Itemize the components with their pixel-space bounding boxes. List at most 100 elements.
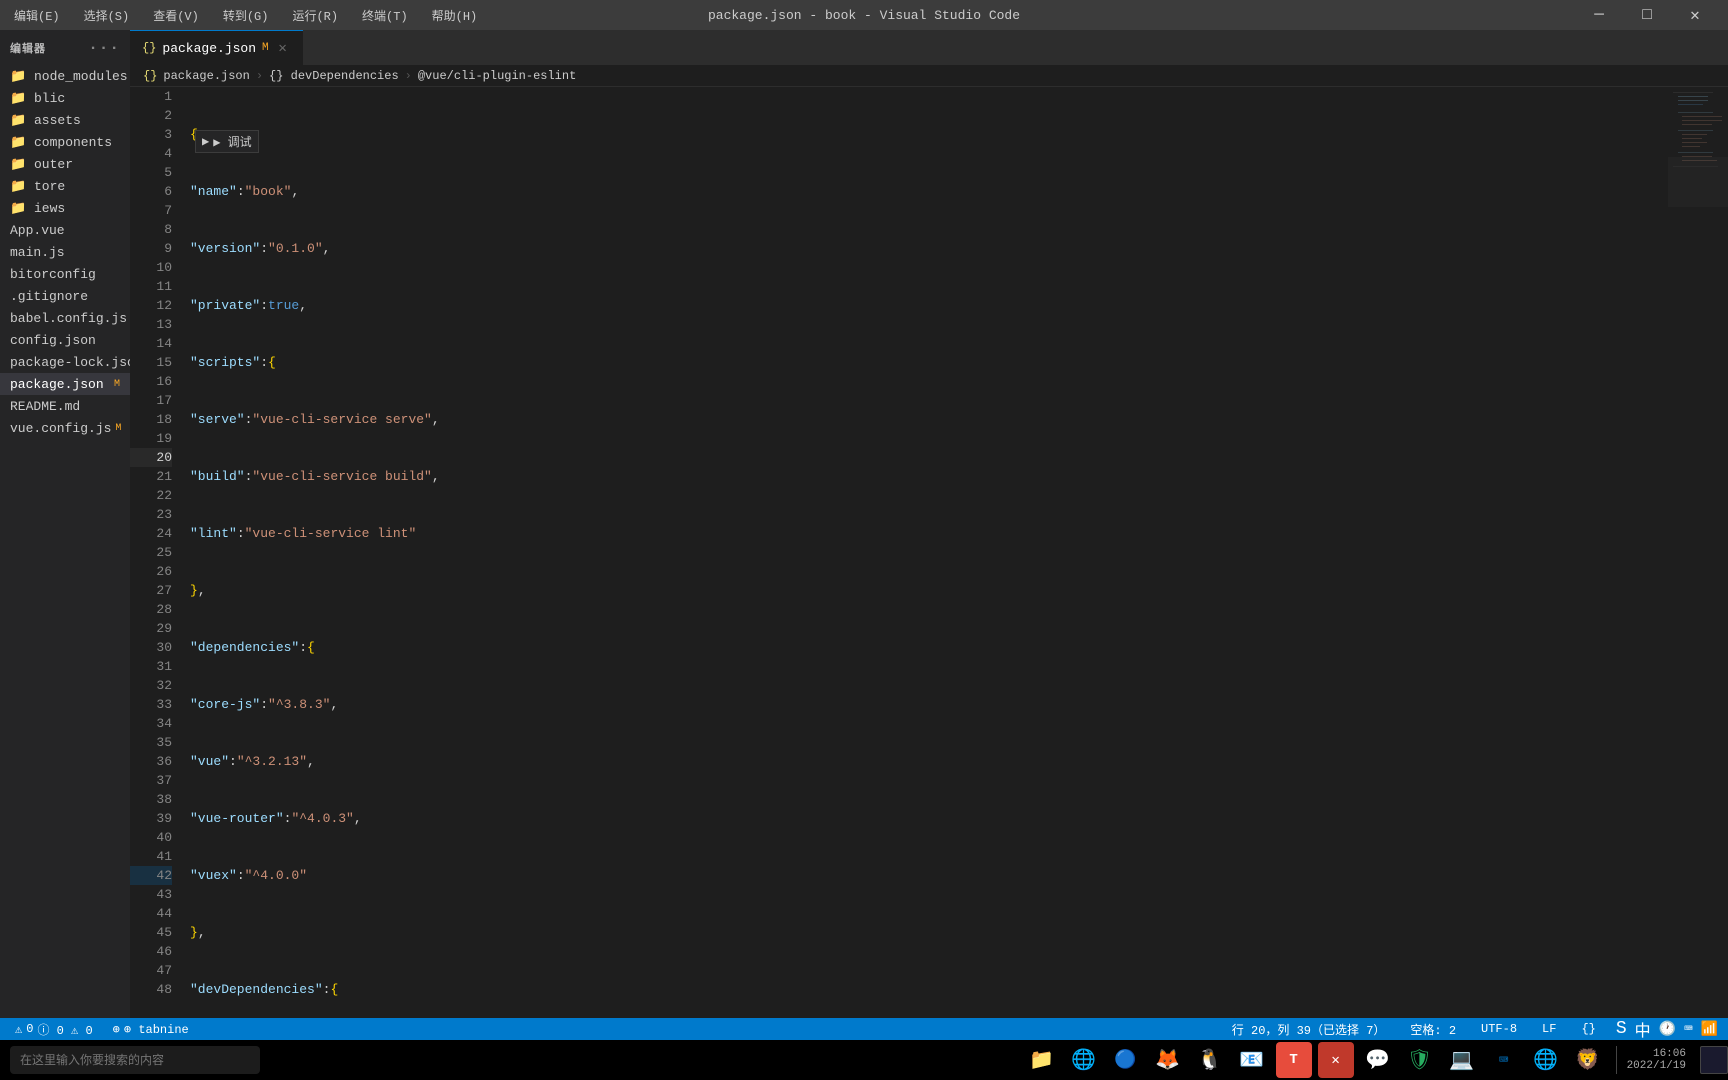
menu-select[interactable]: 选择(S) bbox=[80, 5, 134, 26]
taskbar-chrome-icon[interactable]: 🌐 bbox=[1528, 1042, 1564, 1078]
statusbar-encoding[interactable]: UTF-8 bbox=[1476, 1020, 1522, 1038]
line-ending-label: LF bbox=[1542, 1022, 1556, 1036]
code-line-16: "devDependencies": { bbox=[190, 980, 1658, 999]
line-num: 39 bbox=[130, 809, 172, 828]
line-num: 34 bbox=[130, 714, 172, 733]
line-num: 41 bbox=[130, 847, 172, 866]
language-label: {} bbox=[1581, 1022, 1595, 1036]
line-num: 31 bbox=[130, 657, 172, 676]
statusbar-line-ending[interactable]: LF bbox=[1537, 1020, 1561, 1038]
statusbar-language[interactable]: {} bbox=[1576, 1020, 1600, 1038]
sidebar-item-label: 📁 tore bbox=[10, 179, 65, 194]
network-icon: 📶 bbox=[1701, 1021, 1718, 1038]
line-num: 24 bbox=[130, 524, 172, 543]
sidebar-item-appvue[interactable]: App.vue bbox=[0, 219, 130, 241]
keyboard-icon: ⌨ bbox=[1684, 1021, 1692, 1038]
window-controls[interactable]: ─ □ ✕ bbox=[1576, 0, 1718, 30]
code-line-13: "vue-router": "^4.0.3", bbox=[190, 809, 1658, 828]
sidebar: 编辑器 ··· 📁 node_modules 📁 blic 📁 assets 📁… bbox=[0, 30, 130, 1018]
line-num: 48 bbox=[130, 980, 172, 999]
tab-close-button[interactable]: ✕ bbox=[275, 40, 291, 56]
taskbar-code-icon[interactable]: ⌨ bbox=[1486, 1042, 1522, 1078]
taskbar-email-icon[interactable]: 📧 bbox=[1234, 1042, 1270, 1078]
sougou-icon: S bbox=[1616, 1019, 1627, 1039]
sidebar-item-package-lock[interactable]: package-lock.json bbox=[0, 351, 130, 373]
breadcrumb-part-3[interactable]: @vue/cli-plugin-eslint bbox=[418, 69, 576, 83]
taskbar-desktop-button[interactable] bbox=[1700, 1046, 1728, 1074]
statusbar-position[interactable]: 行 20，列 39（已选择 7） bbox=[1227, 1019, 1391, 1040]
menu-help[interactable]: 帮助(H) bbox=[428, 5, 482, 26]
line-num: 18 bbox=[130, 410, 172, 429]
line-num: 4 bbox=[130, 144, 172, 163]
line-num: 15 bbox=[130, 353, 172, 372]
sidebar-item-components[interactable]: 📁 components bbox=[0, 131, 130, 153]
sidebar-item-mainjs[interactable]: main.js bbox=[0, 241, 130, 263]
line-num: 14 bbox=[130, 334, 172, 353]
sidebar-item-config[interactable]: config.json bbox=[0, 329, 130, 351]
taskbar-folder-icon[interactable]: 📁 bbox=[1024, 1042, 1060, 1078]
menu-terminal[interactable]: 终端(T) bbox=[358, 5, 412, 26]
minimize-button[interactable]: ─ bbox=[1576, 0, 1622, 30]
sidebar-item-gitignore[interactable]: .gitignore bbox=[0, 285, 130, 307]
sidebar-item-label: README.md bbox=[10, 399, 80, 414]
menu-run[interactable]: 运行(R) bbox=[288, 5, 342, 26]
taskbar-left bbox=[0, 1046, 270, 1074]
error-count: 0 bbox=[26, 1022, 33, 1036]
statusbar-spaces[interactable]: 空格: 2 bbox=[1405, 1019, 1461, 1040]
sidebar-item-tore[interactable]: 📁 tore bbox=[0, 175, 130, 197]
line-num: 44 bbox=[130, 904, 172, 923]
taskbar-browser-icon[interactable]: 🌐 bbox=[1066, 1042, 1102, 1078]
taskbar-edge-icon[interactable]: 🔵 bbox=[1108, 1042, 1144, 1078]
breadcrumb-part-1[interactable]: package.json bbox=[163, 69, 249, 83]
main-container: 编辑器 ··· 📁 node_modules 📁 blic 📁 assets 📁… bbox=[0, 30, 1728, 1018]
line-num: 43 bbox=[130, 885, 172, 904]
clock-icon: 🕐 bbox=[1659, 1021, 1676, 1038]
taskbar-shield-icon[interactable]: 🛡 bbox=[1402, 1042, 1438, 1078]
sidebar-item-vueconfig[interactable]: vue.config.js M bbox=[0, 417, 130, 439]
statusbar-tabnine[interactable]: ⊕ ⊕ tabnine bbox=[108, 1020, 194, 1039]
clock-time: 16:06 bbox=[1653, 1048, 1686, 1060]
sidebar-item-bitorconfig[interactable]: bitorconfig bbox=[0, 263, 130, 285]
menu-edit[interactable]: 编辑(E) bbox=[10, 5, 64, 26]
sidebar-more-button[interactable]: ··· bbox=[88, 39, 120, 57]
titlebar: 编辑(E) 选择(S) 查看(V) 转到(G) 运行(R) 终端(T) 帮助(H… bbox=[0, 0, 1728, 30]
line-numbers: 1 2 3 4 5 6 7 8 9 10 11 12 13 14 15 16 1 bbox=[130, 87, 180, 1018]
taskbar-brave-icon[interactable]: 🦁 bbox=[1570, 1042, 1606, 1078]
close-button[interactable]: ✕ bbox=[1672, 0, 1718, 30]
taskbar-divider bbox=[1616, 1046, 1617, 1074]
line-num: 6 bbox=[130, 182, 172, 201]
sidebar-item-iews[interactable]: 📁 iews bbox=[0, 197, 130, 219]
taskbar-xmark-icon[interactable]: ✕ bbox=[1318, 1042, 1354, 1078]
statusbar-errors[interactable]: ⚠ 0 ⓘ 0 ⚠ 0 bbox=[10, 1019, 98, 1040]
sidebar-item-assets[interactable]: 📁 assets bbox=[0, 109, 130, 131]
code-line-2: "name": "book", bbox=[190, 182, 1658, 201]
code-content[interactable]: { "name": "book", "version": "0.1.0", "p… bbox=[180, 87, 1668, 1018]
line-num: 32 bbox=[130, 676, 172, 695]
tab-package-json[interactable]: {} package.json M ✕ bbox=[130, 30, 303, 65]
sidebar-item-readme[interactable]: README.md bbox=[0, 395, 130, 417]
taskbar-text-icon[interactable]: T bbox=[1276, 1042, 1312, 1078]
sidebar-item-label: 📁 assets bbox=[10, 113, 81, 128]
sidebar-item-node-modules[interactable]: 📁 node_modules bbox=[0, 65, 130, 87]
taskbar-chat-icon[interactable]: 💬 bbox=[1360, 1042, 1396, 1078]
code-editor[interactable]: 1 2 3 4 5 6 7 8 9 10 11 12 13 14 15 16 1 bbox=[130, 87, 1668, 1018]
taskbar-terminal-icon[interactable]: 💻 bbox=[1444, 1042, 1480, 1078]
code-line-15: }, bbox=[190, 923, 1658, 942]
line-num: 2 bbox=[130, 106, 172, 125]
taskbar-search-input[interactable] bbox=[10, 1046, 260, 1074]
taskbar-penguin-icon[interactable]: 🐧 bbox=[1192, 1042, 1228, 1078]
line-num: 19 bbox=[130, 429, 172, 448]
editor-outer: 1 2 3 4 5 6 7 8 9 10 11 12 13 14 15 16 1 bbox=[130, 87, 1728, 1018]
taskbar-firefox-icon[interactable]: 🦊 bbox=[1150, 1042, 1186, 1078]
menu-view[interactable]: 查看(V) bbox=[149, 5, 203, 26]
line-num: 37 bbox=[130, 771, 172, 790]
sidebar-item-outer[interactable]: 📁 outer bbox=[0, 153, 130, 175]
maximize-button[interactable]: □ bbox=[1624, 0, 1670, 30]
menu-goto[interactable]: 转到(G) bbox=[219, 5, 273, 26]
sidebar-item-blic[interactable]: 📁 blic bbox=[0, 87, 130, 109]
editor-area: {} package.json M ✕ {} package.json › {}… bbox=[130, 30, 1728, 1018]
sidebar-item-babel[interactable]: babel.config.js bbox=[0, 307, 130, 329]
breadcrumb-part-2[interactable]: {} devDependencies bbox=[269, 69, 399, 83]
sidebar-item-package[interactable]: package.json M bbox=[0, 373, 130, 395]
titlebar-menus[interactable]: 编辑(E) 选择(S) 查看(V) 转到(G) 运行(R) 终端(T) 帮助(H… bbox=[10, 5, 481, 26]
